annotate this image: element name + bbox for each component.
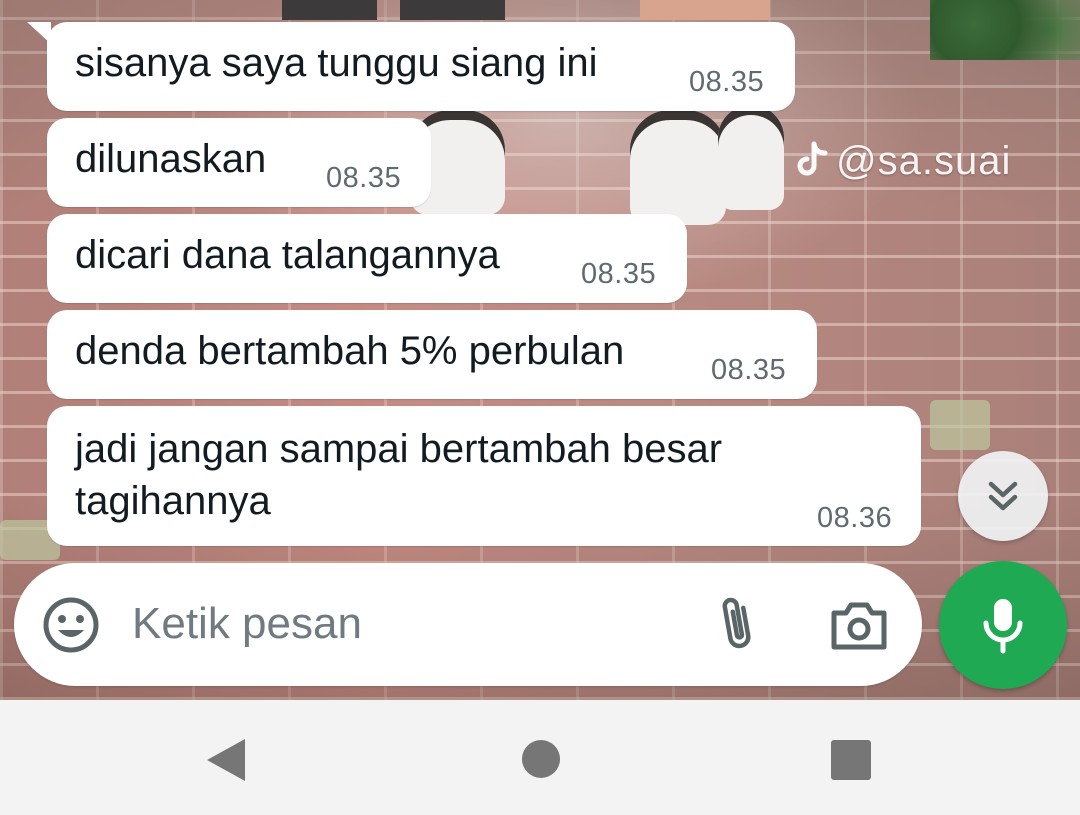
- tiktok-watermark: @sa.suai: [794, 138, 1011, 184]
- voice-message-button[interactable]: [939, 561, 1067, 689]
- message-text: sisanya saya tunggu siang ini: [75, 41, 598, 85]
- message-bubble[interactable]: denda bertambah 5% perbulan 08.35: [47, 310, 817, 399]
- system-navigation-bar: [0, 700, 1080, 815]
- watermark-handle: @sa.suai: [836, 138, 1012, 183]
- message-input[interactable]: [132, 599, 672, 649]
- wallpaper-shoe: [630, 110, 726, 225]
- back-triangle-icon[interactable]: [205, 737, 247, 783]
- recent-square-icon[interactable]: [830, 739, 872, 781]
- message-text-line: tagihannya: [75, 479, 271, 523]
- message-text: dilunaskan: [75, 137, 267, 181]
- message-text: denda bertambah 5% perbulan: [75, 329, 625, 373]
- wallpaper-leg: [400, 0, 505, 20]
- scroll-to-bottom-button[interactable]: [958, 451, 1048, 541]
- double-chevron-down-icon: [988, 481, 1018, 511]
- message-timestamp: 08.35: [689, 66, 765, 98]
- wallpaper-greenery: [930, 0, 1080, 60]
- message-bubble[interactable]: dicari dana talangannya 08.35: [47, 214, 687, 303]
- wallpaper-shoe: [718, 105, 784, 210]
- message-text-line: jadi jangan sampai bertambah besar: [75, 427, 723, 471]
- message-bubble[interactable]: sisanya saya tunggu siang ini 08.35: [27, 22, 795, 111]
- paperclip-icon[interactable]: [716, 593, 760, 655]
- message-composer: [14, 563, 922, 686]
- wallpaper-leg: [640, 0, 770, 20]
- tiktok-icon: [797, 141, 828, 176]
- message-timestamp: 08.35: [581, 258, 657, 290]
- message-bubble[interactable]: dilunaskan 08.35: [47, 118, 431, 207]
- message-text: dicari dana talangannya: [75, 233, 500, 277]
- message-timestamp: 08.35: [711, 354, 787, 386]
- chat-screen: @sa.suai sisanya saya tunggu siang ini 0…: [0, 0, 1080, 815]
- wallpaper-leg: [282, 0, 377, 20]
- home-circle-icon[interactable]: [521, 739, 561, 779]
- wallpaper-moss: [930, 400, 990, 450]
- message-timestamp: 08.35: [326, 162, 402, 194]
- emoji-icon[interactable]: [42, 596, 100, 654]
- microphone-icon: [983, 599, 1023, 654]
- camera-icon[interactable]: [830, 599, 888, 651]
- message-timestamp: 08.36: [817, 502, 893, 534]
- message-bubble[interactable]: jadi jangan sampai bertambah besar tagih…: [47, 406, 921, 546]
